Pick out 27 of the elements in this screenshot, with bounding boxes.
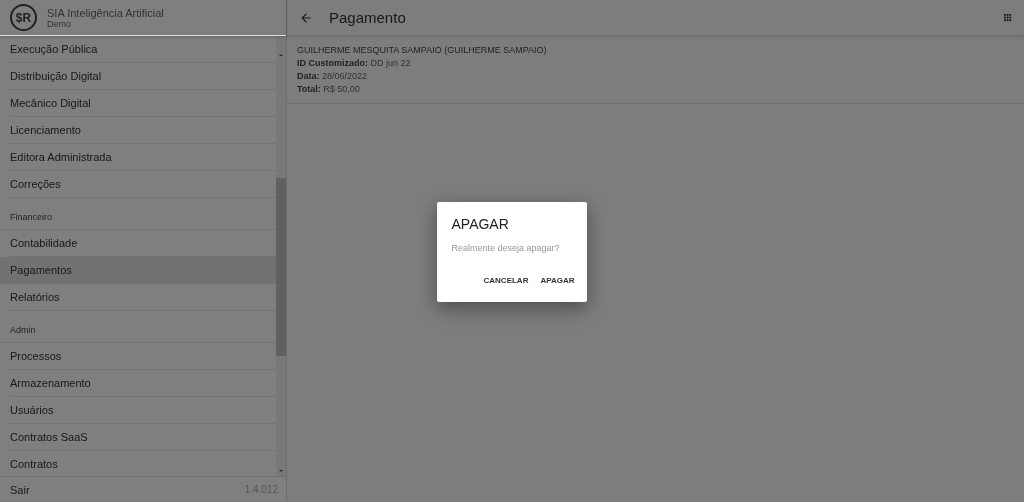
scrollbar-thumb[interactable] <box>276 178 286 356</box>
menu-item[interactable]: Usuários <box>10 397 276 424</box>
app-name: SIA Inteligência Artificial <box>47 6 164 19</box>
menu-item[interactable]: Contratos SaaS <box>10 424 276 451</box>
page-title: Pagamento <box>329 9 407 26</box>
menu-item[interactable]: Distribuição Digital <box>10 63 276 90</box>
app-subtitle: Demo <box>47 18 71 29</box>
dialog-button[interactable]: APAGAR <box>536 272 579 288</box>
grid-icon[interactable] <box>1004 13 1012 22</box>
menu-item[interactable]: Processos <box>10 343 276 370</box>
menu-item[interactable]: Licenciamento <box>10 117 276 144</box>
menu-item[interactable]: Editora Administrada <box>10 144 276 171</box>
menu-item[interactable]: Execução Pública <box>10 36 276 63</box>
menu-item[interactable]: Relatórios <box>10 284 276 311</box>
field-line: Data: 28/06/2022 <box>297 70 369 82</box>
field-line: ID Customizado: DD jun 22 <box>297 57 412 69</box>
field-line: Total: R$ 50,00 <box>297 83 361 95</box>
menu-item[interactable]: Mecânico Digital <box>10 90 276 117</box>
dialog-title: APAGAR <box>451 215 510 232</box>
menu-item[interactable]: Armazenamento <box>10 370 276 397</box>
menu-item[interactable]: Pagamentos <box>0 257 276 284</box>
app-logo: $R <box>10 4 37 31</box>
dialog-message: Realmente deseja apagar? <box>451 242 561 253</box>
payee-name: GUILHERME MESQUITA SAMPAIO (GUILHERME SAMPAIO) <box>297 44 548 56</box>
logout-link[interactable]: Sair <box>10 483 30 496</box>
menu-item[interactable]: Correções <box>10 171 276 198</box>
dialog-button[interactable]: CANCELAR <box>479 272 533 288</box>
